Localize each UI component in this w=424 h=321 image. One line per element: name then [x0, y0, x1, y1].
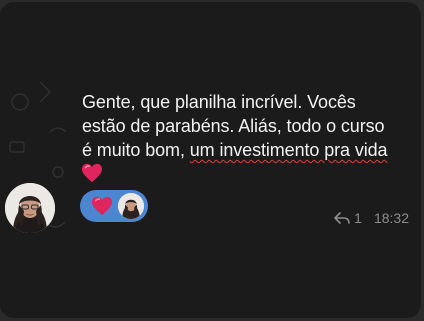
message-line: Gente, que planilha incrível. Vocês: [82, 92, 356, 112]
message-time: 18:32: [373, 210, 409, 226]
underlined-phrase: um investimento pra vida: [189, 140, 388, 160]
message-line: estão de parabéns. Aliás, todo o curso: [82, 116, 385, 136]
message-text: Gente, que planilha incrível. Vocês estã…: [82, 90, 417, 162]
sender-avatar-image: [5, 183, 55, 233]
message-bubble[interactable]: Gente, que planilha incrível. Vocês estã…: [0, 2, 421, 318]
reactor-avatar-image: [118, 193, 144, 219]
message-line: é muito bom, um investimento pra vida: [82, 138, 417, 162]
reply-icon[interactable]: [334, 211, 350, 225]
heart-emoji-icon: [81, 163, 103, 183]
heart-icon: [92, 196, 112, 216]
message-meta: 1 18:32: [334, 210, 409, 226]
reactor-avatar: [118, 193, 144, 219]
sender-avatar[interactable]: [5, 183, 55, 233]
reaction-pill[interactable]: [80, 190, 148, 222]
reply-count[interactable]: 1: [354, 210, 362, 226]
background-doodle-pattern: [9, 81, 67, 228]
message-line-prefix: é muito bom,: [82, 140, 190, 160]
